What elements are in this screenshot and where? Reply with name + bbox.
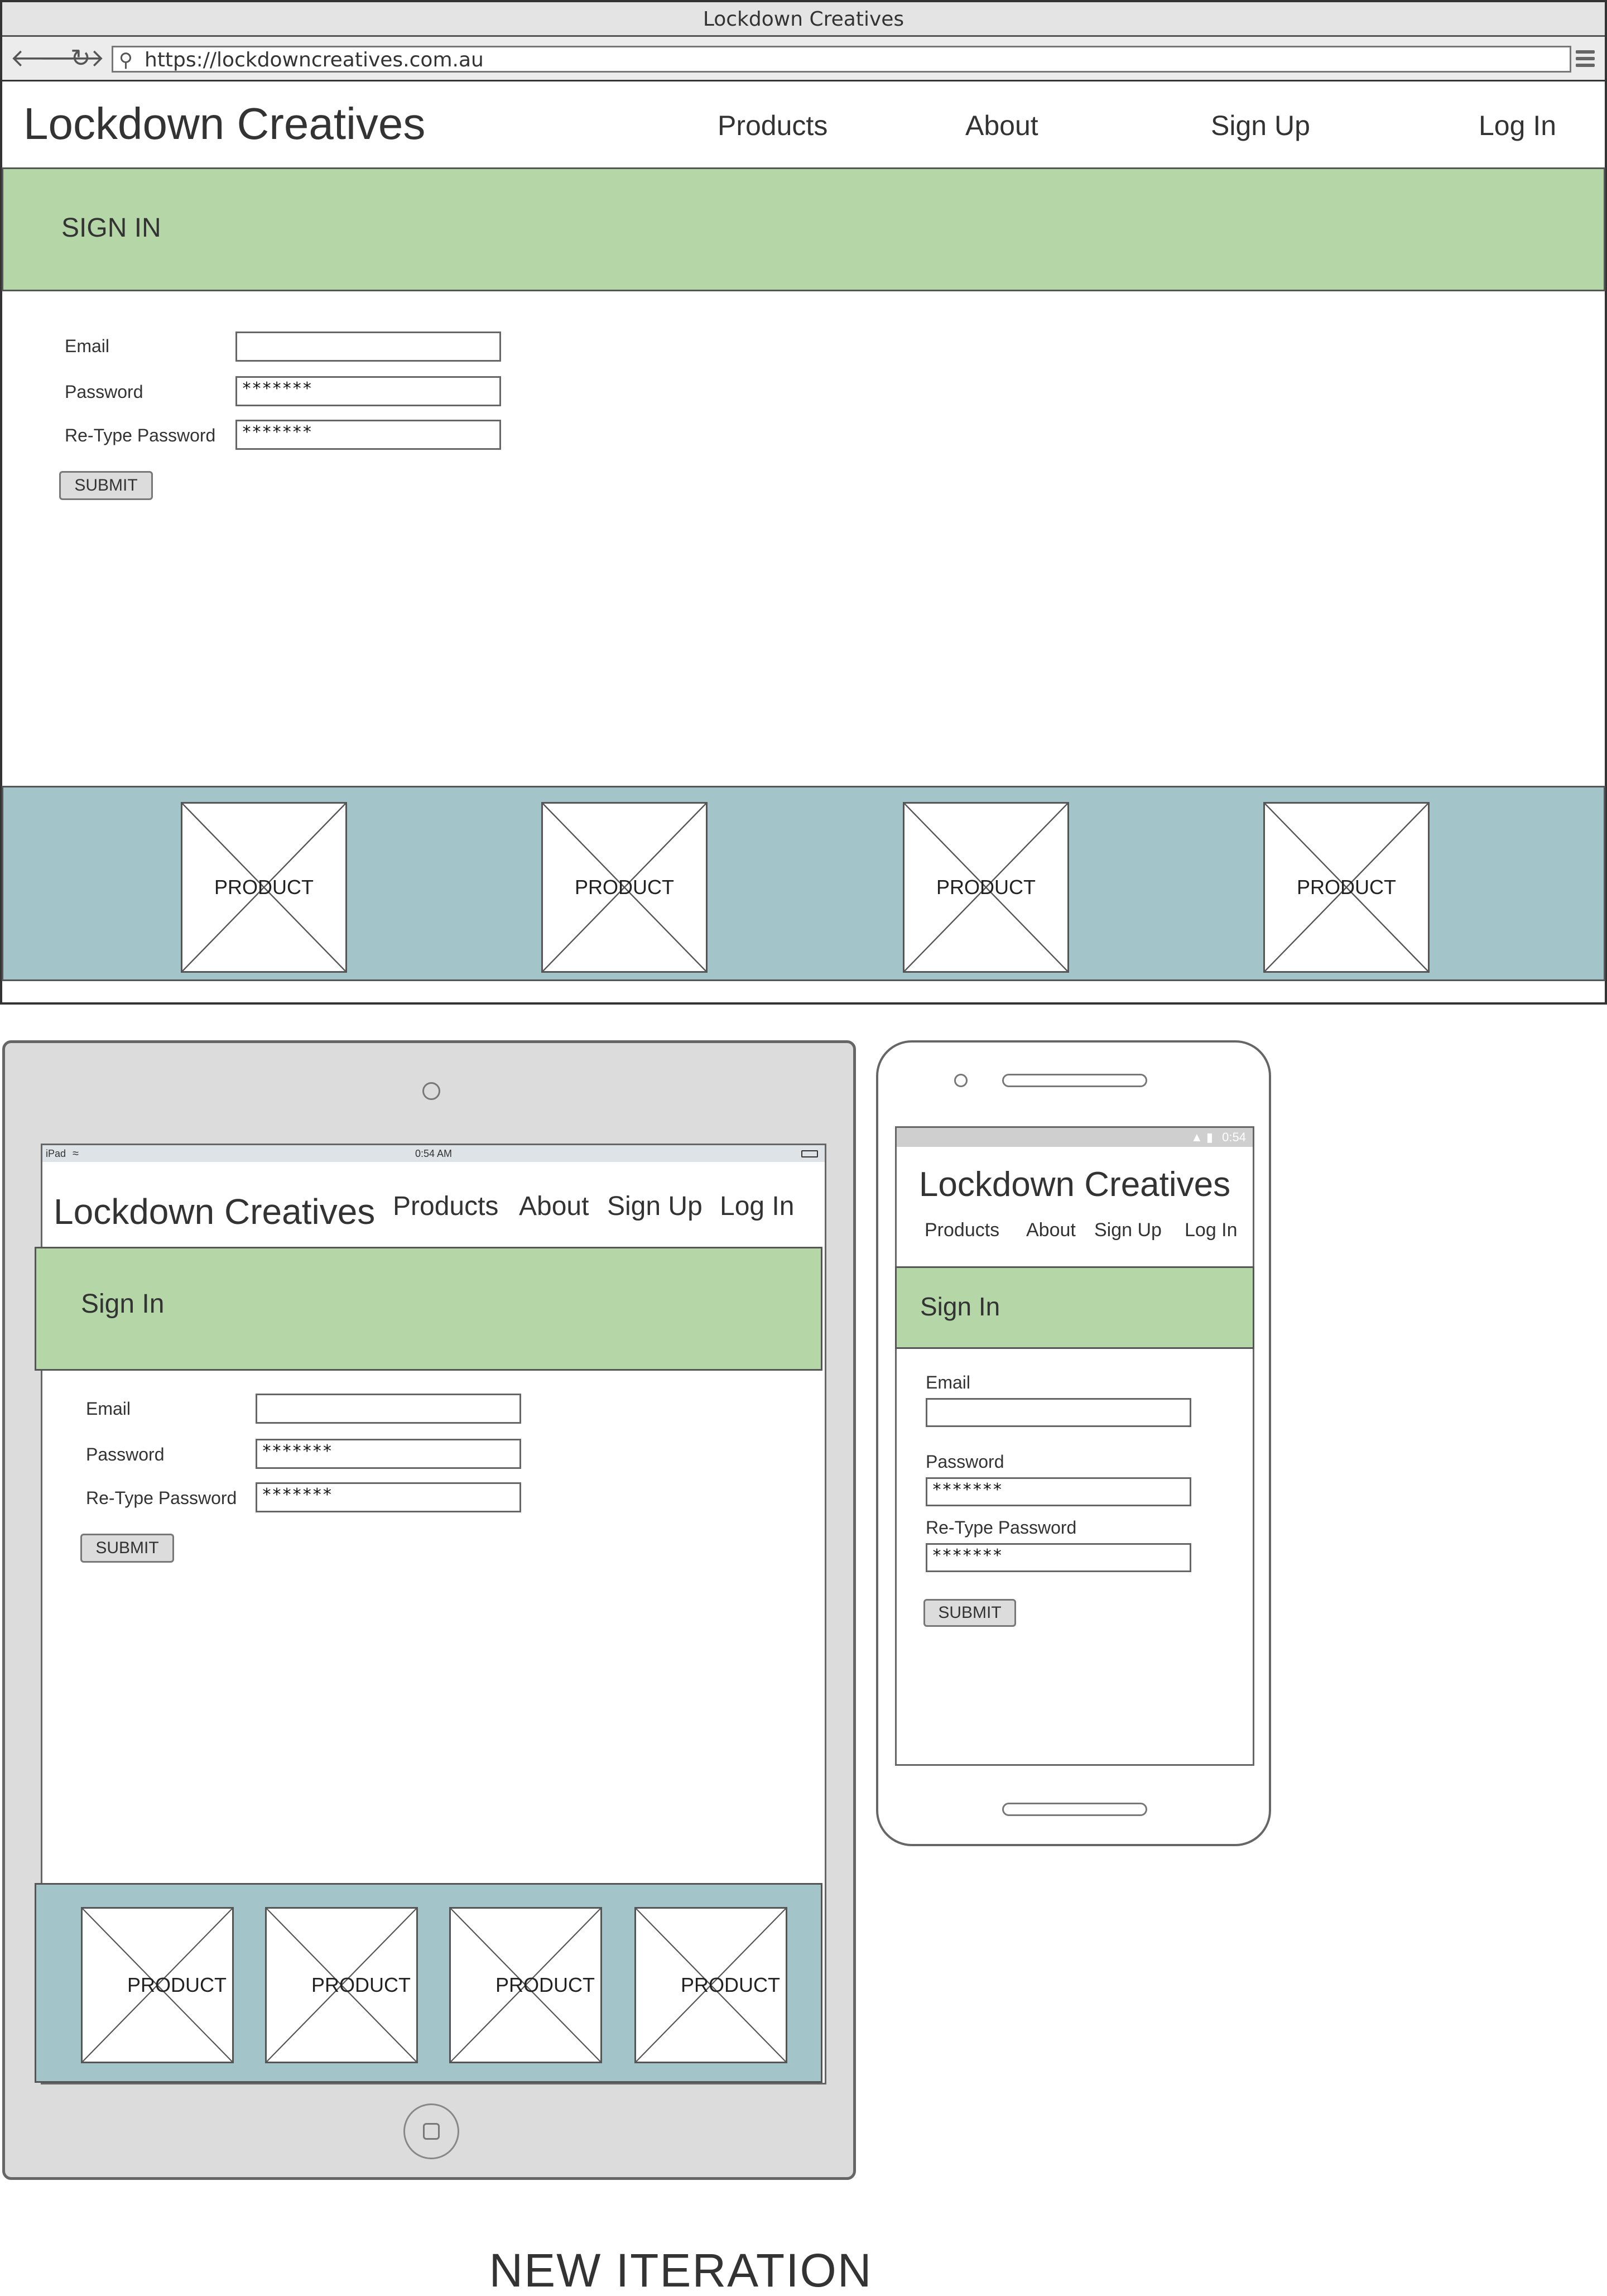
- product-footer: PRODUCT PRODUCT PRODUCT PRODUCT: [35, 1883, 822, 2083]
- retype-password-label: Re-Type Password: [86, 1488, 237, 1508]
- banner-title: Sign In: [920, 1292, 1000, 1321]
- submit-button[interactable]: SUBMIT: [59, 471, 153, 500]
- email-label: Email: [65, 336, 110, 356]
- banner-title: Sign In: [81, 1289, 165, 1319]
- product-placeholder[interactable]: PRODUCT: [265, 1907, 418, 2063]
- site-brand[interactable]: Lockdown Creatives: [897, 1165, 1253, 1204]
- url-field[interactable]: ⚲ https://lockdowncreatives.com.au: [112, 46, 1571, 73]
- nav-sign-up[interactable]: Sign Up: [1211, 109, 1310, 142]
- submit-button[interactable]: SUBMIT: [80, 1534, 174, 1563]
- sign-in-banner: Sign In: [35, 1247, 822, 1371]
- hamburger-menu-icon[interactable]: [1576, 50, 1595, 68]
- password-label: Password: [926, 1452, 1004, 1472]
- product-placeholder[interactable]: PRODUCT: [449, 1907, 602, 2063]
- site-brand[interactable]: Lockdown Creatives: [54, 1191, 375, 1232]
- product-label: PRODUCT: [311, 1973, 411, 1996]
- product-placeholder[interactable]: PRODUCT: [1263, 802, 1430, 973]
- nav-log-in[interactable]: Log In: [1479, 109, 1556, 142]
- email-field[interactable]: [926, 1398, 1191, 1427]
- password-field[interactable]: *******: [256, 1439, 521, 1469]
- tablet-status-bar: iPad ≈ 0:54 AM: [42, 1145, 825, 1162]
- nav-log-in[interactable]: Log In: [1185, 1219, 1238, 1241]
- window-title: Lockdown Creatives: [2, 2, 1605, 37]
- password-field[interactable]: *******: [926, 1477, 1191, 1506]
- nav-sign-up[interactable]: Sign Up: [607, 1191, 703, 1222]
- product-label: PRODUCT: [936, 876, 1036, 899]
- sign-in-banner: SIGN IN: [2, 167, 1605, 291]
- tablet-screen: iPad ≈ 0:54 AM Lockdown Creatives Produc…: [35, 1144, 826, 2084]
- url-text: https://lockdowncreatives.com.au: [145, 49, 484, 71]
- tablet-camera-icon: [422, 1082, 440, 1100]
- email-label: Email: [86, 1399, 131, 1419]
- phone-camera-icon: [954, 1074, 968, 1087]
- phone-status-bar: ▲ ▮ 0:54: [897, 1128, 1253, 1147]
- reload-icon[interactable]: ↻: [70, 45, 91, 73]
- retype-password-field[interactable]: *******: [235, 420, 501, 450]
- product-placeholder[interactable]: PRODUCT: [81, 1907, 234, 2063]
- product-placeholder[interactable]: PRODUCT: [634, 1907, 787, 2063]
- product-placeholder[interactable]: PRODUCT: [181, 802, 347, 973]
- nav-about[interactable]: About: [1026, 1219, 1076, 1241]
- retype-password-label: Re-Type Password: [926, 1517, 1077, 1538]
- product-label: PRODUCT: [681, 1973, 780, 1996]
- product-label: PRODUCT: [1297, 876, 1396, 899]
- product-label: PRODUCT: [575, 876, 674, 899]
- nav-about[interactable]: About: [965, 109, 1038, 142]
- nav-log-in[interactable]: Log In: [720, 1191, 794, 1222]
- product-footer: PRODUCT PRODUCT PRODUCT PRODUCT: [2, 786, 1605, 981]
- iteration-caption: NEW ITERATION: [489, 2244, 873, 2296]
- address-bar: 🡐 🡒 ↻ ⚲ https://lockdowncreatives.com.au: [2, 37, 1605, 81]
- product-label: PRODUCT: [495, 1973, 595, 1996]
- desktop-browser-mockup: Lockdown Creatives 🡐 🡒 ↻ ⚲ https://lockd…: [0, 0, 1607, 1005]
- phone-mockup: ▲ ▮ 0:54 Lockdown Creatives Products Abo…: [876, 1040, 1271, 1846]
- email-field[interactable]: [256, 1394, 521, 1424]
- product-placeholder[interactable]: PRODUCT: [541, 802, 708, 973]
- product-label: PRODUCT: [214, 876, 314, 899]
- nav-sign-up[interactable]: Sign Up: [1094, 1219, 1162, 1241]
- submit-button[interactable]: SUBMIT: [923, 1599, 1016, 1627]
- phone-home-bar[interactable]: [1002, 1803, 1147, 1816]
- tablet-mockup: iPad ≈ 0:54 AM Lockdown Creatives Produc…: [2, 1040, 856, 2180]
- password-label: Password: [86, 1444, 165, 1464]
- sign-in-banner: Sign In: [895, 1266, 1254, 1349]
- password-field[interactable]: *******: [235, 376, 501, 406]
- nav-products[interactable]: Products: [925, 1219, 999, 1241]
- retype-password-field[interactable]: *******: [256, 1482, 521, 1512]
- home-icon: [423, 2123, 440, 2140]
- password-label: Password: [65, 382, 143, 402]
- nav-about[interactable]: About: [519, 1191, 589, 1222]
- nav-products[interactable]: Products: [718, 109, 827, 142]
- email-label: Email: [926, 1372, 971, 1392]
- status-time: 0:54: [1222, 1130, 1246, 1144]
- phone-screen: ▲ ▮ 0:54 Lockdown Creatives Products Abo…: [895, 1126, 1254, 1766]
- battery-icon: [801, 1150, 818, 1157]
- status-time: 0:54 AM: [415, 1148, 453, 1159]
- site-brand[interactable]: Lockdown Creatives: [23, 98, 425, 150]
- banner-title: SIGN IN: [61, 213, 161, 243]
- search-icon: ⚲: [119, 49, 133, 71]
- email-field[interactable]: [235, 332, 501, 362]
- signal-icon: ▲ ▮: [1191, 1130, 1214, 1144]
- nav-products[interactable]: Products: [393, 1191, 498, 1222]
- phone-speaker: [1002, 1074, 1147, 1087]
- product-placeholder[interactable]: PRODUCT: [903, 802, 1069, 973]
- product-label: PRODUCT: [127, 1973, 227, 1996]
- retype-password-field[interactable]: *******: [926, 1543, 1191, 1572]
- tablet-home-button[interactable]: [403, 2103, 459, 2159]
- retype-password-label: Re-Type Password: [65, 425, 216, 445]
